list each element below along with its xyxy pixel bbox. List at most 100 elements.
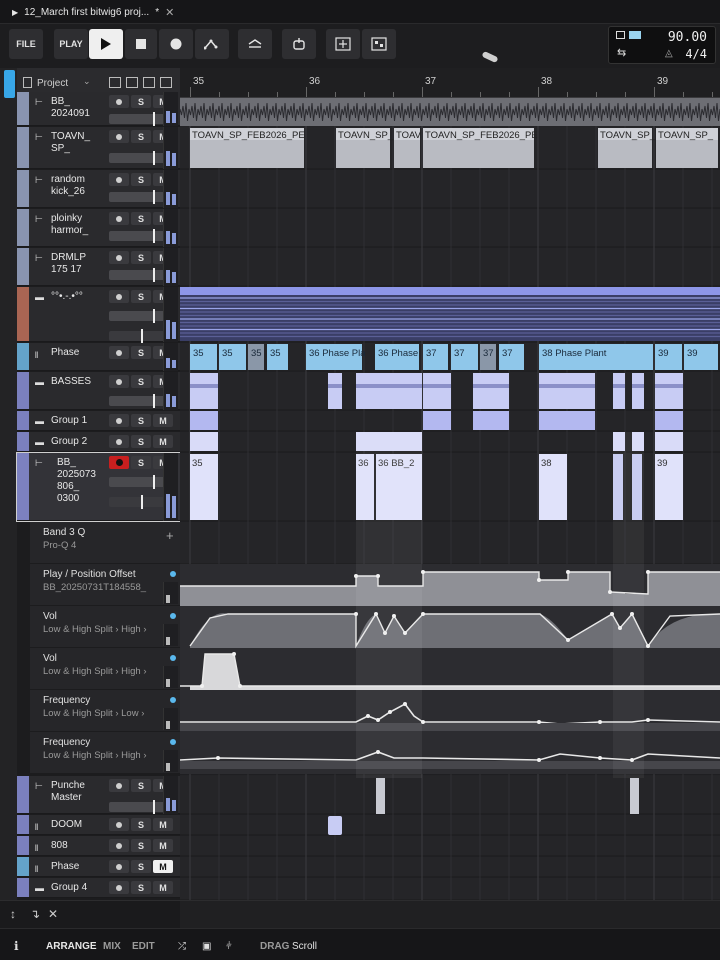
monitor-button[interactable] <box>109 212 129 225</box>
track-header-t7[interactable]: 𝍪PhaseSM <box>17 343 180 371</box>
solo-button[interactable]: S <box>131 290 151 303</box>
tempo-value[interactable]: 90.00 <box>668 30 707 45</box>
solo-button[interactable]: S <box>131 212 151 225</box>
track-header-t6[interactable]: ▬°°•.-.•°°SM <box>17 287 180 343</box>
mute-button[interactable]: M <box>153 839 173 852</box>
zoom-icon[interactable] <box>160 77 172 88</box>
monitor-button[interactable] <box>109 860 129 873</box>
track-name[interactable]: Group 1 <box>51 415 91 427</box>
automation-lane-header[interactable]: Play / Position Offset BB_20250731T184558… <box>30 564 180 606</box>
play-button[interactable] <box>89 29 123 59</box>
shuffle-icon[interactable]: ⤮ <box>178 941 186 952</box>
mute-button[interactable]: M <box>153 860 173 873</box>
project-panel-label[interactable]: Project <box>23 77 68 89</box>
track-name[interactable]: BB_ 2025073 806_ 0300 <box>57 457 97 505</box>
solo-button[interactable]: S <box>131 130 151 143</box>
wrap-icon[interactable]: ↴ <box>30 907 40 921</box>
track-header-t10[interactable]: ▬ Group 2 SM <box>17 432 180 452</box>
track-name[interactable]: DRMLP 175 17 <box>51 252 91 276</box>
track-name[interactable]: TOAVN_ SP_ <box>51 131 91 155</box>
monitor-button[interactable] <box>109 375 129 388</box>
file-button[interactable]: FILE <box>9 29 43 59</box>
track-name[interactable]: Phase <box>51 347 91 359</box>
monitor-button[interactable] <box>109 779 129 792</box>
drag-mode-value[interactable]: Scroll <box>292 941 317 952</box>
solo-button[interactable]: S <box>131 818 151 831</box>
automation-lane-header[interactable]: Vol Low & High Split › High › <box>30 606 180 648</box>
track-name[interactable]: random kick_26 <box>51 174 91 198</box>
arrangement-area[interactable]: TOAVN_SP_FEB2026_PE TOAVN_SP_ TOAV TOAVN_SP… <box>180 98 720 900</box>
track-header-t3[interactable]: ⊢randomkick_26SM <box>17 170 180 208</box>
panel-icon[interactable]: ▣ <box>202 941 211 952</box>
list-view-icon[interactable] <box>126 77 138 88</box>
track-header-t2[interactable]: ⊢TOAVN_SP_SM <box>17 127 180 169</box>
play-menu-button[interactable]: PLAY <box>54 29 88 59</box>
monitor-button[interactable] <box>109 251 129 264</box>
arranger-view-button[interactable] <box>238 29 272 59</box>
record-button[interactable] <box>159 29 193 59</box>
track-header-t9[interactable]: ▬ Group 1 SM <box>17 411 180 431</box>
mute-button[interactable]: M <box>153 435 173 448</box>
info-icon[interactable]: ℹ <box>14 939 19 953</box>
monitor-button[interactable] <box>109 839 129 852</box>
close-icon[interactable]: ✕ <box>48 907 58 921</box>
track-header-t8[interactable]: ▬BASSESSM <box>17 372 180 410</box>
add-automation-icon[interactable]: + <box>166 528 174 543</box>
project-tab[interactable]: ▶ 12_March first bitwig6 proj... * ✕ <box>6 3 180 21</box>
timeline-ruler[interactable]: 35 36 37 38 39 <box>180 68 720 98</box>
track-name[interactable]: Punche Master <box>51 780 91 804</box>
track-header-t12[interactable]: ⊢PuncheMasterSM <box>17 776 180 814</box>
track-name[interactable]: Phase <box>51 861 91 873</box>
track-header-t15[interactable]: 𝍪 Phase S M <box>17 857 180 877</box>
track-name[interactable]: Group 4 <box>51 882 91 894</box>
mix-tab[interactable]: MIX <box>103 941 121 952</box>
monitor-button[interactable] <box>109 414 129 427</box>
track-header-t11[interactable]: ⊢BB_2025073806_0300SM <box>16 452 181 522</box>
mixer-icon[interactable]: ⫩ <box>226 941 232 952</box>
track-name[interactable]: Group 2 <box>51 436 91 448</box>
monitor-button[interactable] <box>109 818 129 831</box>
solo-button[interactable]: S <box>131 839 151 852</box>
time-signature-value[interactable]: 4/4 <box>685 47 707 61</box>
track-header-t13[interactable]: 𝍪 DOOM S M <box>17 815 180 835</box>
track-header-t4[interactable]: ⊢ploinkyharmor_SM <box>17 209 180 247</box>
mute-button[interactable]: M <box>153 818 173 831</box>
record-arm-button[interactable] <box>109 456 129 469</box>
arrange-tab[interactable]: ARRANGE <box>46 941 97 952</box>
solo-button[interactable]: S <box>131 375 151 388</box>
mute-button[interactable]: M <box>153 414 173 427</box>
track-name[interactable]: BB_ 2024091 <box>51 96 91 120</box>
chevron-down-icon[interactable]: ⌄ <box>83 76 91 87</box>
edit-tab[interactable]: EDIT <box>132 941 155 952</box>
monitor-button[interactable] <box>109 881 129 894</box>
browser-toggle[interactable] <box>4 70 15 98</box>
arrangement-canvas[interactable]: TOAVN_SP_FEB2026_PE TOAVN_SP_ TOAV TOAVN_SP… <box>180 98 720 900</box>
solo-button[interactable]: S <box>131 881 151 894</box>
track-name[interactable]: 808 <box>51 840 91 852</box>
track-header-t14[interactable]: 𝍪 808 S M <box>17 836 180 856</box>
grid-button[interactable] <box>362 29 396 59</box>
monitor-button[interactable] <box>109 130 129 143</box>
solo-button[interactable]: S <box>131 95 151 108</box>
automation-lane-header[interactable]: Frequency Low & High Split › Low › <box>30 690 180 732</box>
solo-button[interactable]: S <box>131 860 151 873</box>
cue-button[interactable] <box>282 29 316 59</box>
monitor-button[interactable] <box>109 435 129 448</box>
track-header-t1[interactable]: ⊢BB_2024091SM <box>17 92 180 126</box>
automation-write-button[interactable] <box>195 29 229 59</box>
expand-vertical-icon[interactable]: ↕ <box>10 907 16 921</box>
track-name[interactable]: BASSES <box>51 376 91 388</box>
grid-view-icon[interactable] <box>109 77 121 88</box>
add-button[interactable] <box>326 29 360 59</box>
close-tab-icon[interactable]: ✕ <box>165 6 174 19</box>
monitor-button[interactable] <box>109 95 129 108</box>
tempo-display[interactable]: ⇆ ◬ 90.00 4/4 <box>608 26 716 64</box>
track-name[interactable]: DOOM <box>51 819 91 831</box>
track-name[interactable]: ploinky harmor_ <box>51 213 91 237</box>
automation-lane-header[interactable]: Band 3 Q Pro-Q 4 + <box>30 522 180 564</box>
horizontal-scroll[interactable] <box>180 900 720 928</box>
monitor-button[interactable] <box>109 173 129 186</box>
track-header-t16[interactable]: ▬ Group 4 SM <box>17 878 180 898</box>
solo-button[interactable]: S <box>131 779 151 792</box>
track-header-t5[interactable]: ⊢DRMLP175 17SM <box>17 248 180 286</box>
